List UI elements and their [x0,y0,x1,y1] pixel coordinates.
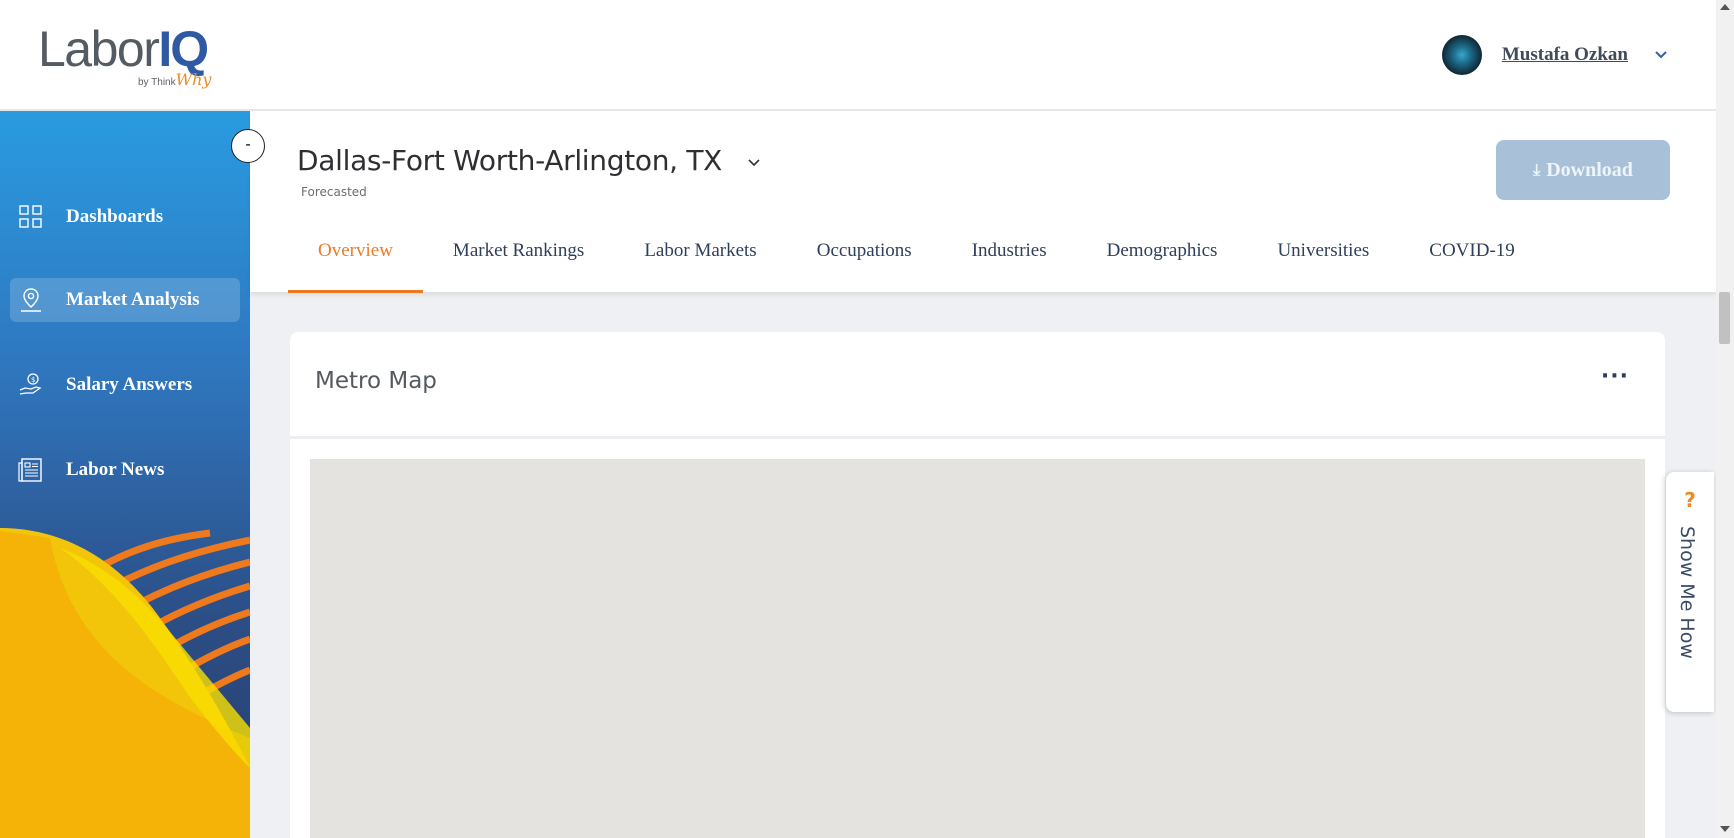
scrollbar-thumb[interactable] [1719,292,1730,344]
laboriq-logo[interactable]: LaborIQ by ThinkWhy [38,22,228,92]
more-options-icon[interactable]: ··· [1601,364,1629,389]
download-icon: ⤓ [1533,160,1541,179]
top-bar: LaborIQ by ThinkWhy Mustafa Ozkan [0,0,1716,111]
collapse-sidebar-button[interactable]: - [231,129,265,163]
sidebar-item-dashboards[interactable]: Dashboards [10,195,240,239]
show-me-how-tab[interactable]: ? Show Me How [1666,472,1714,712]
scroll-down-arrow-icon[interactable] [1720,826,1730,832]
dashboard-grid-icon [19,205,42,228]
sidebar-item-label: Dashboards [66,206,164,227]
tab-universities[interactable]: Universities [1247,211,1399,290]
sidebar-decorative-art [0,528,250,838]
sidebar-item-label: Salary Answers [66,374,193,395]
scroll-up-arrow-icon[interactable] [1720,4,1730,10]
metro-select[interactable]: Dallas-Fort Worth-Arlington, TX [297,144,722,177]
sidebar-item-label: Market Analysis [66,289,200,310]
question-icon: ? [1684,488,1696,512]
tab-labor-markets[interactable]: Labor Markets [614,211,786,290]
download-button[interactable]: ⤓ Download [1496,140,1670,200]
sidebar-item-salary-answers[interactable]: $ Salary Answers [10,363,240,407]
forecast-label: Forecasted [301,185,367,199]
chevron-down-icon[interactable] [746,155,762,171]
download-label: Download [1546,158,1633,181]
tab-occupations[interactable]: Occupations [787,211,942,290]
metro-map-card: Metro Map ··· [290,332,1665,838]
logo-byline: by ThinkWhy [138,70,212,89]
metro-map[interactable] [310,459,1645,838]
chevron-down-icon[interactable] [1654,48,1668,62]
logo-wordmark: LaborIQ [38,21,209,77]
newspaper-icon [18,458,42,482]
sidebar-item-label: Labor News [66,459,165,480]
sidebar-item-labor-news[interactable]: Labor News [10,448,240,492]
tab-bar: Overview Market Rankings Labor Markets O… [288,211,1545,293]
card-header: Metro Map ··· [290,332,1665,439]
user-name-link[interactable]: Mustafa Ozkan [1502,44,1628,66]
avatar[interactable] [1441,35,1482,75]
card-title: Metro Map [315,368,437,394]
market-header: Dallas-Fort Worth-Arlington, TX Forecast… [250,111,1716,293]
tab-market-rankings[interactable]: Market Rankings [423,211,614,290]
sidebar: Dashboards Market Analysis $ Salary Answ… [0,111,250,838]
hand-money-icon: $ [19,373,42,395]
page-scrollbar[interactable] [1716,0,1734,838]
sidebar-item-market-analysis[interactable]: Market Analysis [10,278,240,322]
user-menu[interactable]: Mustafa Ozkan [1441,34,1668,76]
tab-industries[interactable]: Industries [942,211,1077,290]
tab-covid-19[interactable]: COVID-19 [1399,211,1545,290]
tab-demographics[interactable]: Demographics [1077,211,1248,290]
svg-text:$: $ [31,376,35,384]
show-me-how-label: Show Me How [1676,526,1698,659]
tab-overview[interactable]: Overview [288,211,423,293]
map-pin-icon [21,288,41,312]
